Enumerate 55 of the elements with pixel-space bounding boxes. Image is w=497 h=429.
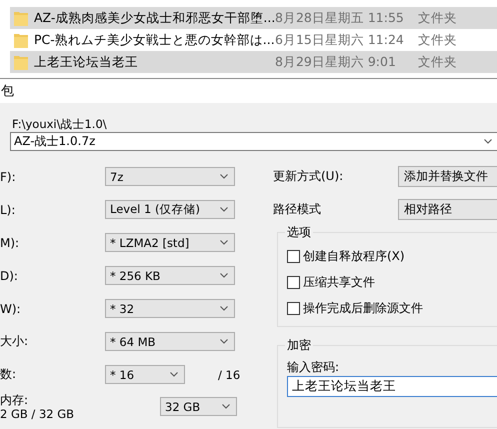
checkbox[interactable]: 操作完成后删除源文件 [287,299,497,318]
chevron-down-icon [220,174,228,179]
field-label: W): [0,302,22,316]
file-row[interactable]: PC-熟れムチ美少女戦士と悪の女幹部は...6月15日星期六 11:24 文件夹 [10,29,497,51]
file-row[interactable]: AZ-成熟肉感美少女战士和邪恶女干部堕...8月28日星期五 11:55 文件夹 [10,7,497,29]
window-title: 包 [1,83,14,100]
archive-name-field[interactable]: AZ-战士1.0.7z [10,132,497,151]
dropdown[interactable]: * LZMA2 [std] [105,233,235,252]
field-label: D): [0,268,19,282]
file-name: 上老王论坛当老王 [34,54,139,70]
chevron-down-icon [170,372,178,377]
file-name: PC-熟れムチ美少女戦士と悪の女幹部は... [34,32,275,48]
folder-icon [14,32,28,48]
chevron-down-icon [220,207,228,212]
password-field[interactable]: 上老王论坛当老王 [287,376,497,397]
dropdown[interactable]: * 64 MB [105,332,235,351]
dropdown[interactable]: 32 GB [160,397,237,416]
file-type: 文件夹 [418,54,457,70]
dropdown[interactable]: * 32 [105,299,235,318]
dropdown[interactable]: 相对路径 [398,199,497,220]
file-row[interactable]: 上老王论坛当老王 8月29日星期六 9:01 文件夹 [10,51,497,73]
memory-usage: 2 GB / 32 GB [0,407,76,421]
chevron-down-icon [220,273,228,278]
field-label: F): [0,170,17,184]
field-label: 路径模式 [273,201,322,218]
dropdown[interactable]: 添加并替换文件 [398,166,497,187]
chevron-down-icon [220,306,228,311]
checkbox[interactable]: 创建自释放程序(X) [287,247,497,266]
chevron-down-icon [220,240,228,245]
file-type: 文件夹 [418,10,457,26]
file-name: AZ-成熟肉感美少女战士和邪恶女干部堕... [34,10,275,26]
field-label: M): [0,236,20,250]
dropdown[interactable]: * 256 KB [105,266,235,285]
dropdown[interactable]: 7z [105,167,235,186]
field-label: L): [0,202,16,216]
folder-icon [14,54,28,70]
chevron-down-icon [484,139,492,144]
file-type: 文件夹 [418,32,457,48]
thread-total: / 16 [218,368,240,382]
field-label: 更新方式(U): [273,168,344,185]
group-title: 选项 [285,224,313,241]
password-label: 输入密码: [287,359,340,376]
field-label: 大小: [0,333,30,350]
archive-path: F:\youxi\战士1.0\ [12,117,108,132]
file-date: 8月28日星期五 11:55 [275,10,405,26]
folder-icon [14,10,28,26]
file-date: 8月29日星期六 9:01 [275,54,397,70]
dropdown[interactable]: * 16 [105,365,185,384]
field-label: 数: [0,366,18,383]
checkbox[interactable]: 压缩共享文件 [287,273,497,292]
chevron-down-icon [220,339,228,344]
field-label: 内存: [0,393,30,407]
chevron-down-icon [222,404,230,409]
dropdown[interactable]: Level 1 (仅存储) [105,200,235,219]
file-date: 6月15日星期六 11:24 [275,32,405,48]
